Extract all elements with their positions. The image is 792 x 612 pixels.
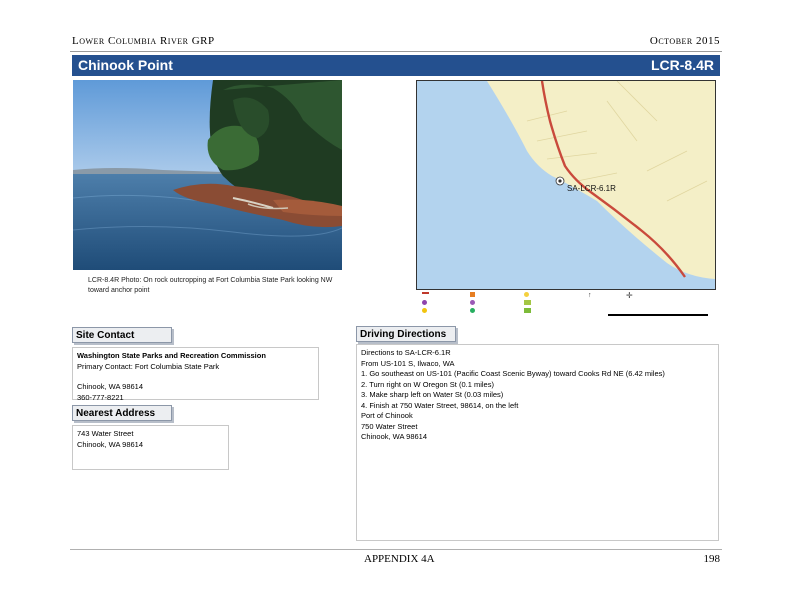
contact-spacer	[77, 372, 314, 382]
contact-primary: Primary Contact: Fort Columbia State Par…	[77, 361, 220, 371]
directions-line: Chinook, WA 98614	[361, 432, 428, 441]
directions-line: 1. Go southeast on US-101 (Pacific Coast…	[361, 369, 665, 378]
nearest-address-heading: Nearest Address	[72, 405, 172, 421]
scale-bar-segment	[608, 314, 633, 316]
legend-swatch	[470, 300, 475, 305]
footer-rule	[70, 549, 722, 550]
legend-swatch	[470, 308, 475, 313]
legend-swatch	[470, 292, 475, 297]
legend-item	[470, 308, 477, 313]
photo-caption: LCR-8.4R Photo: On rock outcropping at F…	[88, 277, 333, 294]
legend-item	[422, 308, 429, 313]
site-title-bar: Chinook Point LCR-8.4R	[72, 55, 720, 76]
legend-swatch	[524, 292, 529, 297]
legend-swatch	[524, 308, 531, 313]
site-code: LCR-8.4R	[650, 57, 714, 73]
directions-line: Directions to SA-LCR-6.1R	[361, 348, 451, 357]
address-line-1: 743 Water Street	[77, 429, 134, 438]
legend-item	[524, 300, 533, 305]
contact-org: Washington State Parks and Recreation Co…	[77, 351, 266, 360]
directions-line: From US-101 S, Ilwaco, WA	[361, 358, 455, 368]
header-rule	[70, 51, 722, 52]
driving-directions-heading: Driving Directions	[356, 326, 456, 342]
report-title: Lower Columbia River GRP	[72, 35, 215, 47]
appendix-label: APPENDIX 4A	[364, 553, 435, 565]
contact-city: Chinook, WA 98614	[77, 382, 144, 391]
scale-bar-segment	[658, 314, 683, 316]
directions-line: 750 Water Street	[361, 421, 418, 431]
legend-swatch	[524, 300, 531, 305]
map-legend: ↑ ✛	[418, 290, 718, 320]
legend-swatch	[422, 292, 429, 294]
north-arrow-icon: ↑	[588, 292, 592, 299]
legend-item	[470, 300, 477, 305]
directions-line: 4. Finish at 750 Water Street, 98614, on…	[361, 400, 519, 410]
site-map: SA-LCR-6.1R	[416, 80, 716, 290]
nearest-address-box: 743 Water Street Chinook, WA 98614	[72, 425, 229, 470]
compass-rose-icon: ✛	[626, 291, 633, 300]
site-contact-heading: Site Contact	[72, 327, 172, 343]
legend-item	[422, 292, 431, 294]
site-name: Chinook Point	[78, 57, 173, 73]
legend-swatch	[422, 300, 427, 305]
legend-item	[524, 292, 531, 297]
page-number: 198	[703, 553, 721, 565]
contact-phone: 360-777-8221	[77, 392, 124, 402]
legend-item	[470, 292, 477, 297]
report-date: October 2015	[649, 35, 720, 47]
legend-item	[524, 308, 533, 313]
directions-line: 2. Turn right on W Oregon St (0.1 miles)	[361, 379, 494, 389]
site-contact-box: Washington State Parks and Recreation Co…	[72, 347, 319, 402]
driving-directions-box: Directions to SA-LCR-6.1R From US-101 S,…	[356, 344, 719, 541]
address-line-2: Chinook, WA 98614	[77, 439, 144, 449]
site-photo	[73, 80, 342, 270]
legend-swatch	[422, 308, 427, 313]
directions-line: 3. Make sharp left on Water St (0.03 mil…	[361, 390, 504, 399]
legend-item	[422, 300, 429, 305]
map-site-label: SA-LCR-6.1R	[567, 184, 616, 193]
directions-line: Port of Chinook	[361, 411, 413, 420]
